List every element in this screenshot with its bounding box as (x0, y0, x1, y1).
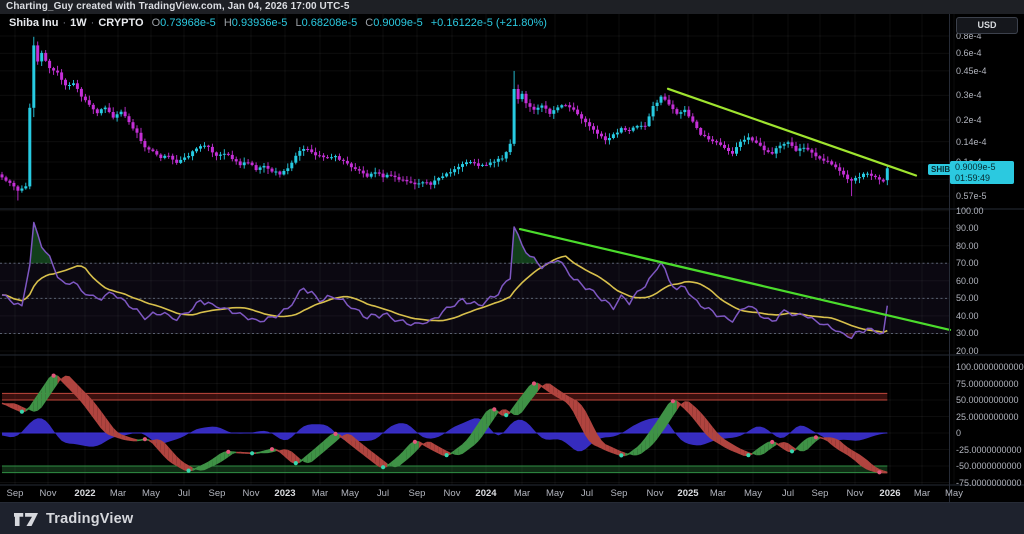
rsi-axis-tick: 30.00 (956, 328, 979, 338)
rsi-axis-tick: 60.00 (956, 276, 979, 286)
legend-separator: · (63, 17, 67, 29)
time-label-year: 2024 (475, 488, 496, 499)
time-label-month: May (341, 488, 359, 499)
time-label-month: Sep (209, 488, 226, 499)
time-label-month: Sep (812, 488, 829, 499)
oscillator-axis-tick: -75.0000000000 (956, 478, 1022, 488)
time-label-month: May (546, 488, 564, 499)
legend-separator: · (91, 17, 95, 29)
oscillator-axis-tick: 25.0000000000 (956, 412, 1019, 422)
watermark-bar: Charting_Guy created with TradingView.co… (0, 0, 1024, 14)
time-label-month: Nov (847, 488, 864, 499)
time-label-month: Mar (514, 488, 530, 499)
time-label-month: Jul (581, 488, 593, 499)
time-label-month: Jul (782, 488, 794, 499)
last-price-tag: 0.9009e-5 01:59:49 (950, 161, 1014, 184)
oscillator-axis-tick: 0 (956, 428, 961, 438)
ohlc-letter: C (365, 17, 373, 29)
time-label-month: Sep (7, 488, 24, 499)
ohlc-value: 0.73968e-5 (160, 17, 216, 29)
time-label-month: Nov (444, 488, 461, 499)
time-label-year: 2026 (879, 488, 900, 499)
time-label-year: 2022 (74, 488, 95, 499)
time-label-month: Mar (710, 488, 726, 499)
price-panel (1, 37, 917, 201)
rsi-axis-tick: 80.00 (956, 241, 979, 251)
tradingview-snapshot: Charting_Guy created with TradingView.co… (0, 0, 1024, 534)
rsi-axis-tick: 50.00 (956, 293, 979, 303)
time-label-month: Nov (243, 488, 260, 499)
chart-canvas[interactable] (0, 0, 1024, 534)
rsi-axis-tick: 70.00 (956, 258, 979, 268)
interval-label[interactable]: 1W (70, 17, 87, 29)
time-label-month: Mar (312, 488, 328, 499)
price-axis-tick: 0.57e-5 (956, 191, 987, 201)
rsi-axis-tick: 100.00 (956, 206, 984, 216)
time-label-month: May (142, 488, 160, 499)
currency-button[interactable]: USD (956, 17, 1018, 34)
price-axis-tick: 0.2e-4 (956, 115, 982, 125)
price-axis-tick: 0.6e-4 (956, 48, 982, 58)
oscillator-panel (2, 374, 887, 475)
tradingview-logo-icon[interactable] (14, 512, 38, 527)
change-value: +0.16122e-5 (+21.80%) (431, 17, 547, 29)
time-label-month: Mar (914, 488, 930, 499)
time-label-month: Sep (409, 488, 426, 499)
footer-bar: TradingView (0, 502, 1024, 534)
market-label: CRYPTO (98, 17, 143, 29)
time-label-month: Mar (110, 488, 126, 499)
time-label-year: 2023 (274, 488, 295, 499)
oscillator-axis-tick: -50.0000000000 (956, 461, 1022, 471)
time-label-month: Nov (647, 488, 664, 499)
symbol-legend: Shiba Inu·1W·CRYPTOO0.73968e-5H0.93936e-… (9, 17, 547, 29)
tradingview-logo[interactable]: TradingView (46, 511, 133, 527)
time-label-month: Jul (377, 488, 389, 499)
rsi-axis-tick: 20.00 (956, 346, 979, 356)
bar-countdown: 01:59:49 (950, 173, 1014, 184)
ohlc-letter: O (152, 17, 161, 29)
price-axis-tick: 0.14e-4 (956, 137, 987, 147)
time-label-month: May (744, 488, 762, 499)
time-label-month: Nov (40, 488, 57, 499)
oscillator-axis-tick: 75.0000000000 (956, 379, 1019, 389)
ohlc-value: 0.93936e-5 (232, 17, 288, 29)
oscillator-axis-tick: 100.0000000000 (956, 362, 1024, 372)
time-label-month: Jul (178, 488, 190, 499)
watermark-text: Charting_Guy created with TradingView.co… (6, 1, 349, 12)
ohlc-value: 0.68208e-5 (302, 17, 358, 29)
rsi-axis-tick: 90.00 (956, 223, 979, 233)
oscillator-axis-tick: -25.0000000000 (956, 445, 1022, 455)
rsi-axis-tick: 40.00 (956, 311, 979, 321)
price-axis-tick: 0.3e-4 (956, 90, 982, 100)
symbol-name[interactable]: Shiba Inu (9, 17, 59, 29)
time-label-month: May (945, 488, 963, 499)
time-label-year: 2025 (677, 488, 698, 499)
price-axis-tick: 0.45e-4 (956, 66, 987, 76)
grid-lines (0, 14, 954, 485)
ohlc-values: O0.73968e-5H0.93936e-5L0.68208e-5C0.9009… (144, 17, 423, 29)
last-price-value: 0.9009e-5 (950, 162, 1014, 173)
oscillator-axis-tick: 50.0000000000 (956, 395, 1019, 405)
ohlc-letter: H (224, 17, 232, 29)
time-label-month: Sep (611, 488, 628, 499)
ohlc-value: 0.9009e-5 (373, 17, 423, 29)
